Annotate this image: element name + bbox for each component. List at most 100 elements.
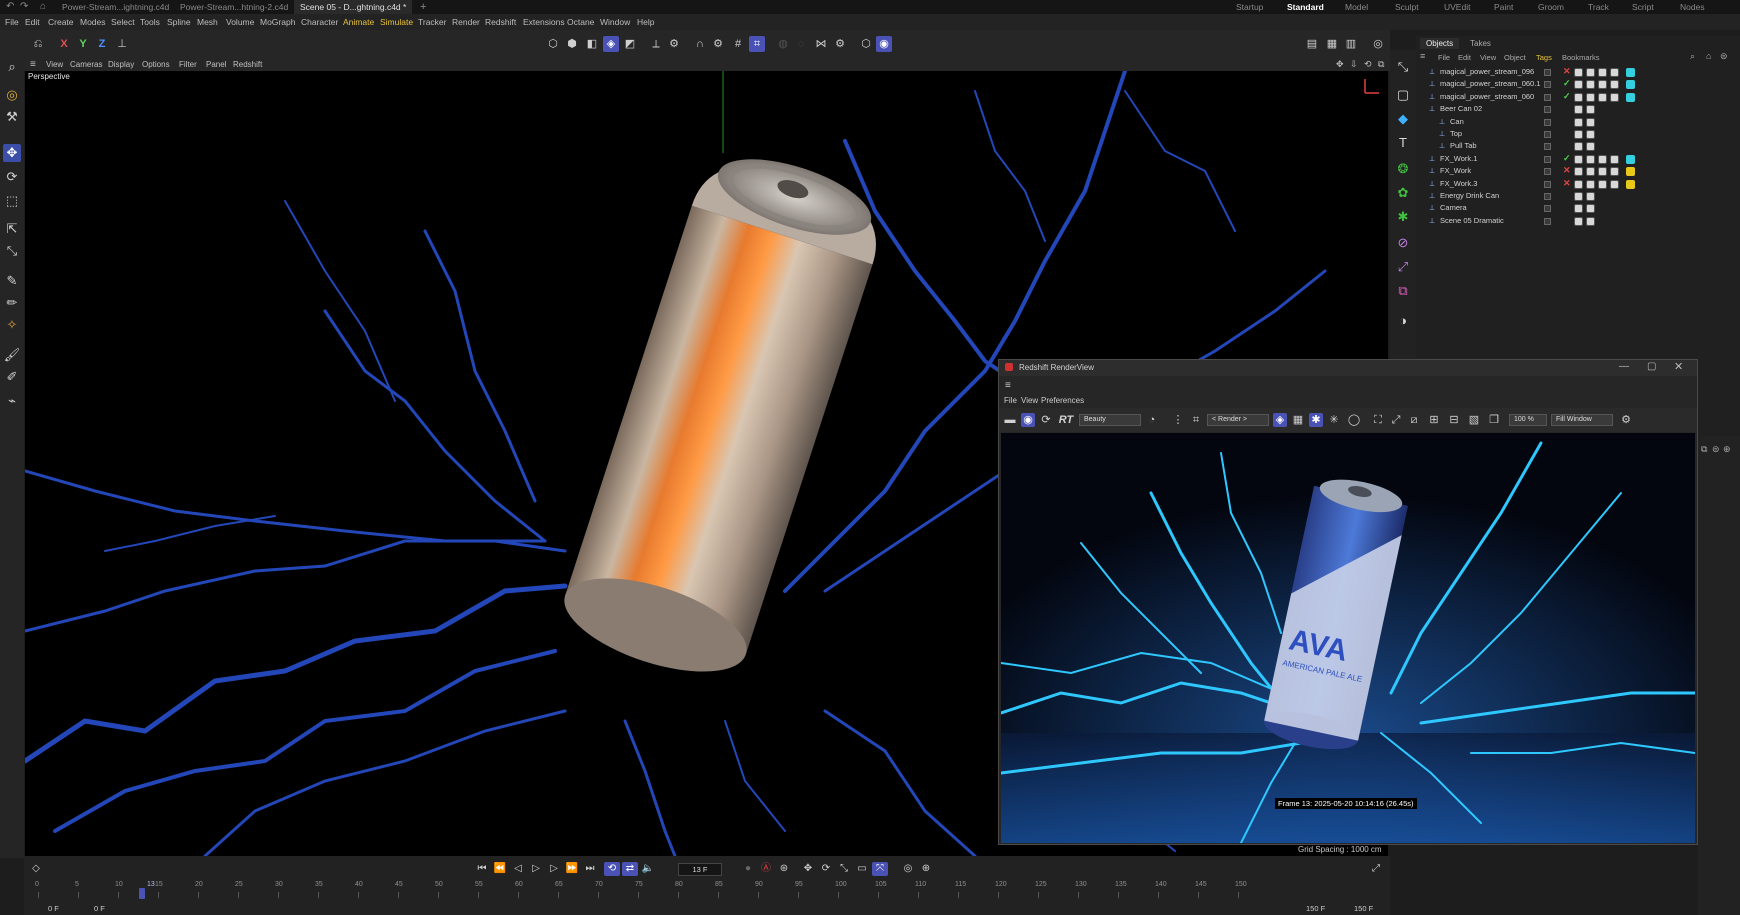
file-tab-active[interactable]: Scene 05 - D...ghtning.c4d * xyxy=(294,0,413,14)
enable-mark[interactable]: ✕ xyxy=(1563,165,1571,176)
undo-icon[interactable]: ↶ xyxy=(0,0,14,14)
edit-render-settings-icon[interactable]: ▥ xyxy=(1343,36,1359,52)
edges-mode-icon[interactable]: ⬢ xyxy=(564,36,580,52)
transfer-tool-icon[interactable]: ⇱ xyxy=(3,220,21,238)
viewport-rotate-icon[interactable]: ⟲ xyxy=(1364,58,1372,71)
object-tag-icon[interactable] xyxy=(1598,68,1607,77)
object-row[interactable]: ⟂ FX_Work ✕ xyxy=(1416,165,1740,178)
menu-simulate[interactable]: Simulate xyxy=(380,14,413,30)
object-tag-icon[interactable] xyxy=(1610,154,1619,164)
visibility-toggle[interactable] xyxy=(1544,180,1551,188)
object-tag-icon[interactable] xyxy=(1598,154,1607,164)
objects-menu-view[interactable]: View xyxy=(1480,53,1496,62)
workplane-icon[interactable]: ⌗ xyxy=(749,36,765,52)
rotate-tool-icon[interactable]: ⟳ xyxy=(3,168,21,186)
maximize-icon[interactable]: ▢ xyxy=(1647,361,1656,372)
paint-icon[interactable]: ✐ xyxy=(3,368,21,386)
object-row[interactable]: ⟂ Can xyxy=(1416,116,1740,129)
visibility-toggle[interactable] xyxy=(1544,205,1551,213)
visibility-toggle[interactable] xyxy=(1544,155,1551,163)
viewport-menu-redshift[interactable]: Redshift xyxy=(233,58,262,71)
object-tag-icon[interactable] xyxy=(1598,92,1607,102)
object-tag-icon[interactable] xyxy=(1586,68,1595,77)
object-row[interactable]: ⟂ Scene 05 Dramatic xyxy=(1416,215,1740,228)
sphere-icon[interactable]: ◌ xyxy=(793,36,809,52)
attr-mode-icon[interactable]: ⧉ xyxy=(1701,444,1707,455)
viewport-move-icon[interactable]: ✥ xyxy=(1336,58,1344,71)
object-tag-icon[interactable] xyxy=(1574,92,1583,102)
object-tag-icon[interactable] xyxy=(1598,80,1607,90)
render-view-icon[interactable]: ▤ xyxy=(1304,36,1320,52)
close-icon[interactable]: ✕ xyxy=(1674,360,1683,373)
camera-tool-icon[interactable]: ⊘ xyxy=(1394,234,1412,252)
menu-spline[interactable]: Spline xyxy=(167,14,191,30)
snowflake-icon[interactable]: ✱ xyxy=(1309,413,1323,427)
material-tag-icon[interactable] xyxy=(1626,154,1635,164)
object-tag-icon[interactable] xyxy=(1586,204,1595,214)
file-tab-1[interactable]: Power-Stream...ightning.c4d xyxy=(56,0,175,14)
field-icon[interactable]: ✱ xyxy=(1394,208,1412,226)
symmetry-settings-icon[interactable]: ⚙ xyxy=(832,36,848,52)
axis-z-toggle[interactable]: Z xyxy=(94,36,110,52)
visibility-toggle[interactable] xyxy=(1544,93,1551,101)
object-tag-icon[interactable] xyxy=(1610,92,1619,102)
aov-dropdown[interactable]: Beauty xyxy=(1079,414,1141,426)
viewport-menu-options[interactable]: Options xyxy=(142,58,170,71)
object-tag-icon[interactable] xyxy=(1574,105,1583,115)
objects-menu-edit[interactable]: Edit xyxy=(1458,53,1471,62)
fit-icon[interactable]: ⛶ xyxy=(1371,413,1385,427)
lock-icon[interactable]: ◍ xyxy=(775,36,791,52)
copy-icon[interactable]: ❐ xyxy=(1487,413,1501,427)
axis-x-toggle[interactable]: X xyxy=(56,36,72,52)
object-tag-icon[interactable] xyxy=(1574,142,1583,152)
tiles-icon[interactable]: ▦ xyxy=(1291,413,1305,427)
menu-create[interactable]: Create xyxy=(48,14,74,30)
spline-smooth-icon[interactable]: ✧ xyxy=(3,316,21,334)
object-tag-icon[interactable] xyxy=(1586,92,1595,102)
deformer-icon[interactable]: ✿ xyxy=(1394,184,1412,202)
object-row[interactable]: ⟂ FX_Work.3 ✕ xyxy=(1416,178,1740,191)
start-render-icon[interactable]: ◉ xyxy=(1021,413,1035,427)
object-tag-icon[interactable] xyxy=(1586,167,1595,177)
fit-dropdown[interactable]: Fill Window xyxy=(1551,414,1613,426)
tab-objects[interactable]: Objects xyxy=(1420,38,1460,49)
magnet-icon[interactable]: ∩ xyxy=(692,36,708,52)
menu-character[interactable]: Character xyxy=(301,14,338,30)
objects-menu-object[interactable]: Object xyxy=(1504,53,1526,62)
object-tag-icon[interactable] xyxy=(1586,179,1595,189)
viewport-maximize-icon[interactable]: ⧉ xyxy=(1378,58,1384,71)
object-row[interactable]: ⟂ Pull Tab xyxy=(1416,140,1740,153)
objects-menu-bookmarks[interactable]: Bookmarks xyxy=(1562,53,1600,62)
object-tag-icon[interactable] xyxy=(1610,167,1619,177)
object-tag-icon[interactable] xyxy=(1574,167,1583,177)
menu-file[interactable]: File xyxy=(5,14,19,30)
object-tag-icon[interactable] xyxy=(1610,80,1619,90)
timeline-ruler[interactable]: 0 5 10 15 20 25 30 35 40 45 50 55 60 65 70 75 80 85 90 95 10… xyxy=(35,856,1368,915)
menu-octane[interactable]: Octane xyxy=(567,14,594,30)
redo-icon[interactable]: ↷ xyxy=(14,0,28,14)
object-row[interactable]: ⟂ Beer Can 02 xyxy=(1416,103,1740,116)
visibility-toggle[interactable] xyxy=(1544,131,1551,138)
object-tag-icon[interactable] xyxy=(1586,130,1595,139)
object-row[interactable]: ⟂ Energy Drink Can xyxy=(1416,190,1740,203)
enable-mark[interactable]: ✕ xyxy=(1563,178,1571,189)
object-tag-icon[interactable] xyxy=(1574,117,1583,127)
object-tag-icon[interactable] xyxy=(1610,68,1619,77)
new-tab-button[interactable]: + xyxy=(414,0,432,14)
compare-icon[interactable]: ⧄ xyxy=(1407,413,1421,427)
layout-script[interactable]: Script xyxy=(1632,0,1654,14)
material-tag-icon[interactable] xyxy=(1626,179,1635,189)
object-tag-icon[interactable] xyxy=(1598,167,1607,177)
object-tag-icon[interactable] xyxy=(1574,80,1583,90)
save-image-icon[interactable]: ▬ xyxy=(1003,413,1017,427)
object-row[interactable]: ⟂ magical_power_stream_096 ✕ xyxy=(1416,66,1740,79)
viewport-menu-view[interactable]: View xyxy=(46,58,63,71)
axis-mode-icon[interactable]: ⟂ xyxy=(648,36,664,52)
spline-pen-icon[interactable]: ✎ xyxy=(3,272,21,290)
settings-gear-icon[interactable]: ⚙ xyxy=(1619,413,1633,427)
material-tag-icon[interactable] xyxy=(1626,167,1635,177)
text-object-icon[interactable]: T xyxy=(1394,134,1412,152)
visibility-toggle[interactable] xyxy=(1544,143,1551,151)
menu-help[interactable]: Help xyxy=(637,14,654,30)
object-row[interactable]: ⟂ FX_Work.1 ✓ xyxy=(1416,153,1740,166)
